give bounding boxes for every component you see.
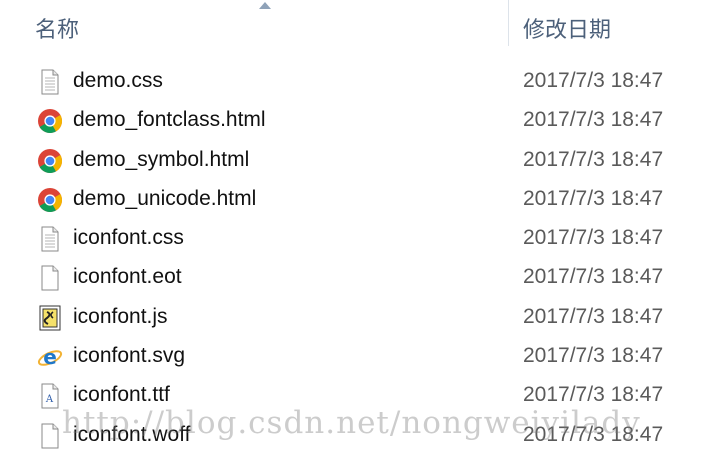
file-name[interactable]: iconfont.js <box>73 305 168 329</box>
file-date-modified: 2017/7/3 18:47 <box>523 69 664 92</box>
column-divider[interactable] <box>508 0 509 46</box>
file-date-modified: 2017/7/3 18:47 <box>523 344 664 368</box>
file-date-modified: 2017/7/3 18:47 <box>523 265 664 289</box>
file-row[interactable]: iconfont.eot 2017/7/3 18:47 <box>0 258 720 297</box>
blank-file-icon <box>37 423 63 449</box>
file-name[interactable]: demo_symbol.html <box>73 148 249 172</box>
file-row[interactable]: Aiconfont.ttf 2017/7/3 18:47 <box>0 376 720 415</box>
file-name[interactable]: iconfont.woff <box>73 423 191 447</box>
file-date-modified: 2017/7/3 18:47 <box>523 186 664 210</box>
column-header-name[interactable]: 名称 <box>35 12 79 44</box>
file-date-modified: 2017/7/3 18:47 <box>523 422 664 446</box>
svg-text:A: A <box>45 394 54 405</box>
text-file-icon <box>37 226 63 252</box>
file-name[interactable]: iconfont.svg <box>73 344 185 368</box>
file-name[interactable]: iconfont.css <box>73 226 184 250</box>
file-date-modified: 2017/7/3 18:47 <box>523 108 664 132</box>
text-file-icon <box>37 69 63 95</box>
ie-icon: e <box>37 344 63 370</box>
chrome-icon <box>37 108 63 134</box>
file-row[interactable]: demo_unicode.html 2017/7/3 18:47 <box>0 180 720 219</box>
file-row[interactable]: demo.css 2017/7/3 18:47 <box>0 62 720 101</box>
file-row[interactable]: iconfont.woff 2017/7/3 18:47 <box>0 416 720 455</box>
file-date-modified: 2017/7/3 18:47 <box>523 147 664 171</box>
column-header-date-modified[interactable]: 修改日期 <box>523 12 611 44</box>
file-date-modified: 2017/7/3 18:47 <box>523 304 664 328</box>
file-name[interactable]: iconfont.eot <box>73 265 182 289</box>
column-header-bar: 名称 修改日期 <box>0 0 720 50</box>
font-file-icon: A <box>37 383 63 409</box>
file-row[interactable]: e iconfont.svg 2017/7/3 18:47 <box>0 337 720 376</box>
file-row[interactable]: demo_fontclass.html 2017/7/3 18:47 <box>0 101 720 140</box>
file-date-modified: 2017/7/3 18:47 <box>523 383 664 407</box>
sort-ascending-icon <box>259 2 271 9</box>
script-file-icon <box>37 305 63 331</box>
chrome-icon <box>37 148 63 174</box>
file-list: demo.css 2017/7/3 18:47 demo_fontclass.htm… <box>0 62 720 455</box>
file-row[interactable]: iconfont.js 2017/7/3 18:47 <box>0 298 720 337</box>
file-name[interactable]: demo_fontclass.html <box>73 108 266 132</box>
file-row[interactable]: iconfont.css 2017/7/3 18:47 <box>0 219 720 258</box>
file-row[interactable]: demo_symbol.html 2017/7/3 18:47 <box>0 141 720 180</box>
blank-file-icon <box>37 265 63 291</box>
file-name[interactable]: iconfont.ttf <box>73 383 170 407</box>
svg-text:e: e <box>43 345 57 369</box>
file-name[interactable]: demo.css <box>73 69 163 93</box>
file-name[interactable]: demo_unicode.html <box>73 187 256 211</box>
chrome-icon <box>37 187 63 213</box>
file-date-modified: 2017/7/3 18:47 <box>523 226 664 250</box>
